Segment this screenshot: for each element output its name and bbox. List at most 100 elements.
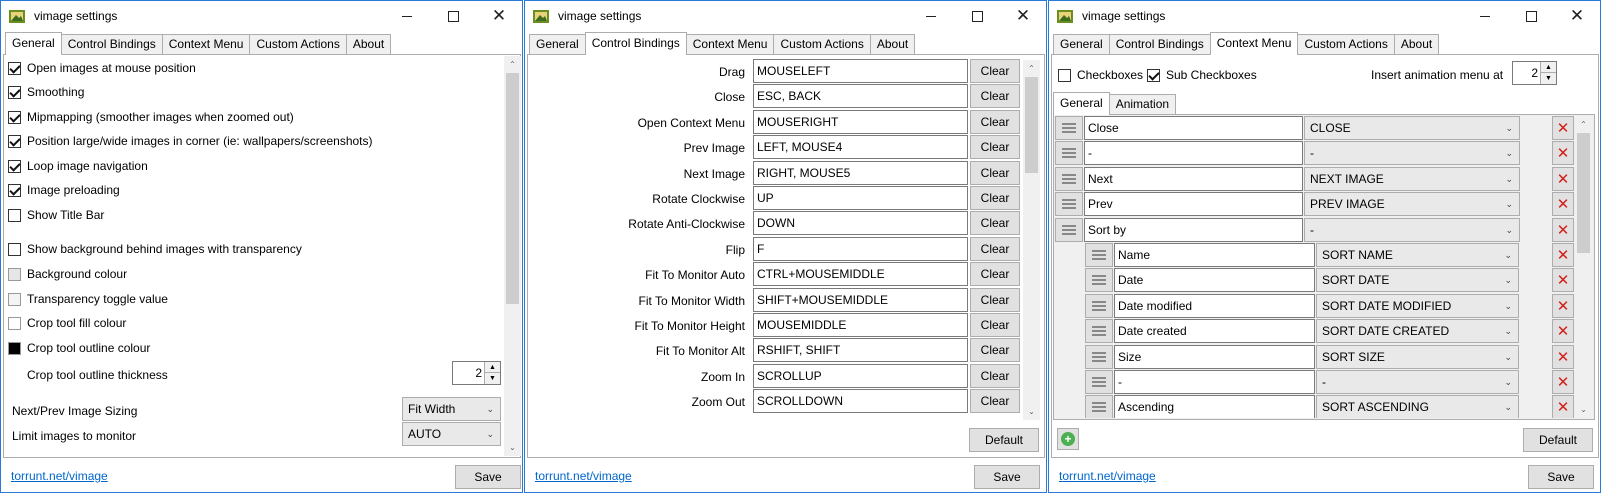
tab-about[interactable]: About (869, 34, 916, 55)
drag-handle-icon[interactable] (1055, 116, 1083, 140)
drag-handle-icon[interactable] (1055, 166, 1083, 191)
general-scrollbar[interactable]: ⌃ ⌄ (504, 56, 521, 456)
website-link[interactable]: torrunt.net/vimage (1059, 469, 1156, 483)
item-function-select[interactable]: SORT NAME ⌄ (1316, 243, 1519, 267)
colour-option[interactable]: Crop tool outline colour (8, 339, 150, 357)
maximize-button[interactable] (1508, 1, 1554, 31)
item-function-select[interactable]: - ⌄ (1316, 370, 1519, 394)
item-name-input[interactable]: Date (1114, 268, 1315, 293)
tab-control-bindings[interactable]: Control Bindings (1108, 34, 1211, 55)
item-function-select[interactable]: PREV IMAGE ⌄ (1304, 192, 1520, 217)
save-button[interactable]: Save (1528, 465, 1594, 489)
title-bar[interactable]: vimage settings ✕ (1049, 1, 1600, 31)
drag-handle-icon[interactable] (1055, 141, 1083, 166)
binding-input[interactable]: SHIFT+MOUSEMIDDLE (753, 287, 968, 312)
maximize-button[interactable] (954, 1, 1000, 31)
subtab-animation[interactable]: Animation (1108, 94, 1177, 115)
item-name-input[interactable]: - (1114, 370, 1315, 394)
title-bar[interactable]: vimage settings ✕ (1, 1, 522, 31)
clear-button[interactable]: Clear (970, 109, 1020, 134)
scroll-up-icon[interactable]: ⌃ (1575, 116, 1592, 133)
colour-option[interactable]: Transparency toggle value (8, 290, 168, 308)
tab-context-menu[interactable]: Context Menu (161, 34, 251, 55)
drag-handle-icon[interactable] (1085, 293, 1113, 318)
option-checkbox[interactable] (8, 208, 21, 222)
clear-button[interactable]: Clear (970, 160, 1020, 185)
tab-control-bindings[interactable]: Control Bindings (60, 34, 163, 55)
delete-item-icon[interactable]: ✕ (1552, 395, 1574, 418)
item-name-input[interactable]: Prev (1084, 192, 1303, 217)
spin-down-icon[interactable]: ▼ (485, 373, 500, 384)
scroll-thumb[interactable] (1025, 77, 1038, 173)
limit-images-select[interactable]: AUTO ⌄ (402, 422, 501, 446)
option-checkbox[interactable] (8, 159, 21, 173)
scroll-thumb[interactable] (1577, 133, 1590, 253)
scroll-up-icon[interactable]: ⌃ (1023, 60, 1040, 77)
tab-custom-actions[interactable]: Custom Actions (249, 34, 347, 55)
clear-button[interactable]: Clear (970, 186, 1020, 210)
item-name-input[interactable]: Name (1114, 243, 1315, 267)
tab-custom-actions[interactable]: Custom Actions (773, 34, 871, 55)
item-name-input[interactable]: Close (1084, 116, 1303, 140)
checkboxes-checkbox[interactable] (1058, 68, 1071, 82)
delete-item-icon[interactable]: ✕ (1552, 141, 1574, 166)
add-item-button[interactable]: + (1057, 428, 1079, 450)
minimize-button[interactable] (1462, 1, 1508, 31)
default-button[interactable]: Default (969, 428, 1039, 452)
clear-button[interactable]: Clear (970, 389, 1020, 414)
item-name-input[interactable]: Size (1114, 344, 1315, 369)
binding-input[interactable]: SCROLLDOWN (753, 389, 968, 414)
delete-item-icon[interactable]: ✕ (1552, 192, 1574, 217)
scroll-down-icon[interactable]: ⌄ (504, 439, 521, 456)
clear-button[interactable]: Clear (970, 59, 1020, 83)
subtab-general[interactable]: General (1053, 92, 1110, 115)
binding-input[interactable]: MOUSERIGHT (753, 109, 968, 134)
option-checkbox[interactable] (8, 85, 21, 99)
drag-handle-icon[interactable] (1085, 395, 1113, 418)
item-function-select[interactable]: CLOSE ⌄ (1304, 116, 1520, 140)
spin-up-icon[interactable]: ▲ (485, 362, 500, 373)
spin-down-icon[interactable]: ▼ (1541, 73, 1556, 84)
option-checkbox[interactable] (8, 61, 21, 75)
item-function-select[interactable]: SORT DATE CREATED ⌄ (1316, 319, 1519, 344)
item-function-select[interactable]: - ⌄ (1304, 217, 1520, 242)
item-name-input[interactable]: Next (1084, 166, 1303, 191)
colour-swatch[interactable] (8, 267, 21, 281)
clear-button[interactable]: Clear (970, 313, 1020, 337)
outline-thickness-stepper[interactable]: 2 ▲ ▼ (452, 361, 501, 385)
item-function-select[interactable]: - ⌄ (1304, 141, 1520, 166)
colour-swatch[interactable] (8, 341, 21, 355)
drag-handle-icon[interactable] (1085, 344, 1113, 369)
delete-item-icon[interactable]: ✕ (1552, 116, 1574, 140)
tab-general[interactable]: General (529, 34, 586, 55)
colour-swatch[interactable] (8, 316, 21, 330)
item-function-select[interactable]: SORT DATE ⌄ (1316, 268, 1519, 293)
website-link[interactable]: torrunt.net/vimage (11, 469, 108, 483)
binding-input[interactable]: CTRL+MOUSEMIDDLE (753, 262, 968, 287)
default-button[interactable]: Default (1523, 428, 1593, 452)
colour-option[interactable]: Crop tool fill colour (8, 314, 126, 332)
colour-option[interactable]: Background colour (8, 265, 127, 283)
binding-input[interactable]: ESC, BACK (753, 84, 968, 109)
checkboxes-option[interactable]: Checkboxes (1058, 66, 1143, 84)
item-function-select[interactable]: SORT DATE MODIFIED ⌄ (1316, 293, 1519, 318)
scroll-up-icon[interactable]: ⌃ (504, 56, 521, 73)
context-items-scrollbar[interactable]: ⌃ ⌄ (1575, 116, 1592, 418)
binding-input[interactable]: DOWN (753, 211, 968, 236)
delete-item-icon[interactable]: ✕ (1552, 370, 1574, 394)
spin-up-icon[interactable]: ▲ (1541, 62, 1556, 73)
item-function-select[interactable]: NEXT IMAGE ⌄ (1304, 166, 1520, 191)
option-checkbox[interactable] (8, 242, 21, 256)
bindings-scrollbar[interactable]: ⌃ ⌄ (1023, 60, 1040, 420)
close-button[interactable]: ✕ (476, 1, 522, 31)
clear-button[interactable]: Clear (970, 363, 1020, 388)
delete-item-icon[interactable]: ✕ (1552, 166, 1574, 191)
drag-handle-icon[interactable] (1085, 319, 1113, 344)
scroll-down-icon[interactable]: ⌄ (1575, 401, 1592, 418)
delete-item-icon[interactable]: ✕ (1552, 344, 1574, 369)
next-prev-sizing-select[interactable]: Fit Width ⌄ (402, 397, 501, 421)
clear-button[interactable]: Clear (970, 287, 1020, 312)
tab-about[interactable]: About (345, 34, 392, 55)
delete-item-icon[interactable]: ✕ (1552, 217, 1574, 242)
minimize-button[interactable] (908, 1, 954, 31)
